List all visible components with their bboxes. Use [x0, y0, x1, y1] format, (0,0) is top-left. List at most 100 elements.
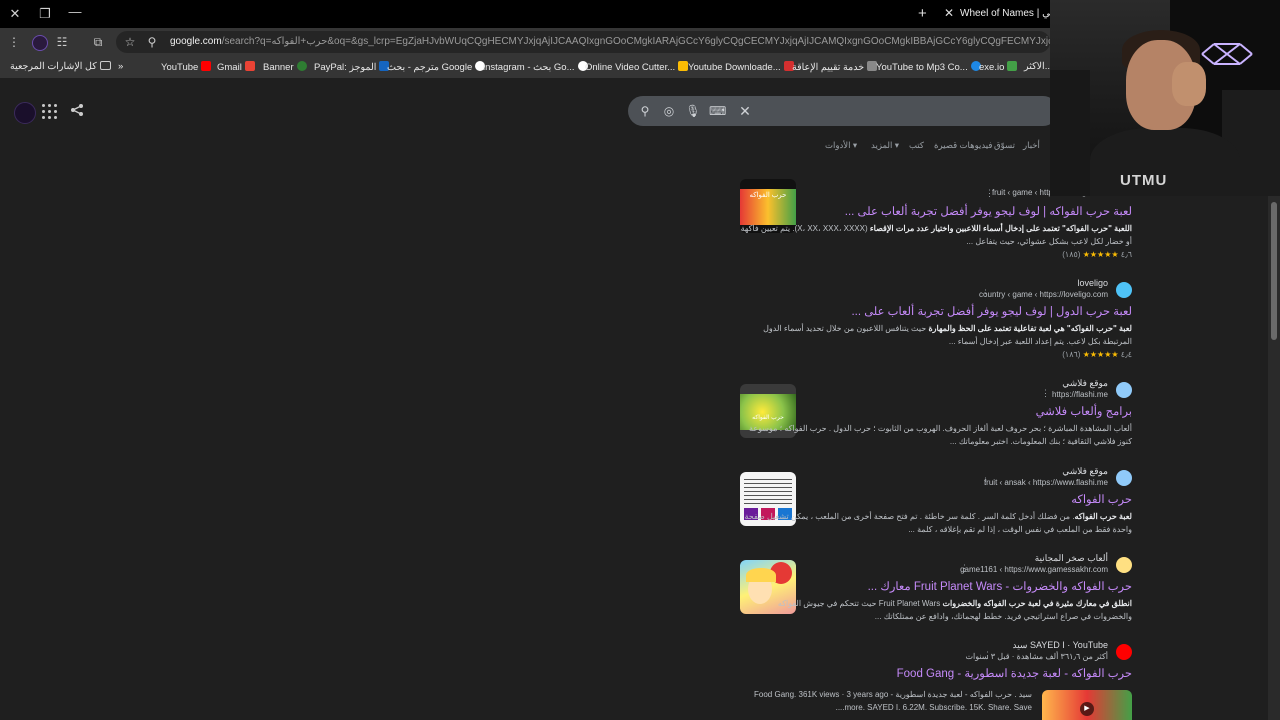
bookmark-gmail[interactable]: Gmail [217, 61, 258, 73]
result-snippet: لعبة "حرب الفواكه" هي لعبة تفاعلية تعتمد… [763, 324, 1132, 346]
youtube-icon [201, 61, 212, 71]
search-icon[interactable]: ⚲ [637, 103, 653, 119]
bookmark-exe-io[interactable]: exe.io [979, 61, 1020, 73]
search-box[interactable]: ⚲ ◎ 🎙 ⌨ ✕ [628, 96, 1058, 126]
result-title-link[interactable]: حرب الفواكه والخضروات - Fruit Planet War… [740, 579, 1132, 595]
address-bar[interactable]: ☆ ⚲ google.com/search?q=حرب+الفواكه&oq=&… [116, 31, 1050, 53]
page-scrollbar[interactable] [1268, 196, 1280, 720]
banner-icon [296, 61, 307, 71]
bookmark-translate[interactable]: مترجم - بحث Google [387, 61, 488, 73]
filter-news[interactable]: أخبار [1023, 140, 1040, 151]
minimize-window-button[interactable]: — [66, 3, 84, 21]
close-icon: ✕ [9, 6, 21, 21]
filter-more[interactable]: المزيد ▾ [871, 140, 899, 151]
result-rating: ٤٫٤ ★★★★★ (١٨٦) [1062, 350, 1132, 359]
search-result: موقع فلاشي fruit ‹ ansak ‹ https://www.f… [740, 466, 1132, 536]
bookmark-more[interactable]: الاكثر... [1024, 61, 1053, 72]
result-site-name: موقع فلاشي [1062, 466, 1108, 476]
result-title-link[interactable]: حرب الفواكه - لعبة جديدة اسطورية - Food … [740, 666, 1132, 682]
more-options-icon[interactable]: ⋮ [1041, 388, 1050, 399]
result-site-name: موقع فلاشي [1062, 378, 1108, 388]
microphone-icon[interactable]: 🎙 [685, 103, 701, 119]
site-info-icon[interactable]: ⚲ [144, 34, 160, 50]
restore-window-button[interactable]: ❐ [36, 5, 54, 23]
result-title-link[interactable]: حرب الفواكه [740, 492, 1132, 508]
menu-dots-icon[interactable]: ⋮ [6, 34, 22, 50]
extensions-icon[interactable]: ☷ [54, 34, 70, 50]
search-result: loveligo country ‹ game ‹ https://loveli… [740, 278, 1132, 359]
filter-books[interactable]: كتب [909, 140, 924, 151]
filter-short-videos[interactable]: فيديوهات قصيرة [934, 140, 992, 151]
result-site-name: ألعاب صخر المجانية [1034, 553, 1108, 563]
play-icon: ▶ [1080, 702, 1094, 716]
more-options-icon[interactable]: ⋮ [985, 188, 994, 199]
tab-search-icon[interactable]: ⧉ [90, 34, 106, 50]
clear-search-icon[interactable]: ✕ [737, 103, 753, 119]
account-avatar[interactable] [14, 102, 36, 124]
close-window-button[interactable]: ✕ [6, 5, 24, 23]
search-result: fruit ‹ game ‹ https://loveligo.com ⋮ لع… [740, 188, 1132, 259]
result-title-link[interactable]: برامج وألعاب فلاشي [740, 404, 1132, 420]
result-site-name: SAYED I · YouTube سيد [1012, 640, 1108, 650]
rating-stars: ★★★★★ [1082, 250, 1120, 259]
tab-close-icon[interactable]: ✕ [944, 6, 954, 20]
bookmarks-overflow-button[interactable]: » [118, 61, 123, 72]
result-site-name: loveligo [1077, 278, 1108, 288]
site-favicon [1116, 470, 1132, 486]
apps-grid-icon[interactable] [42, 104, 58, 120]
result-title-link[interactable]: لعبة حرب الفواكه | لوف ليجو يوفر أفضل تج… [740, 204, 1132, 220]
bookmark-paypal[interactable]: PayPal: الموجز [314, 61, 392, 73]
bookmark-banner[interactable]: Banner [263, 61, 310, 73]
search-filters: أخبار تسوّق فيديوهات قصيرة كتب المزيد ▾ … [820, 140, 1042, 156]
bookmark-disability-service[interactable]: خدمة تقييم الإعاقة [792, 61, 880, 73]
exe-icon [1007, 61, 1018, 71]
bookmark-youtube[interactable]: YouTube [161, 61, 214, 73]
filter-tools[interactable]: الأدوات ▾ [825, 140, 857, 151]
new-tab-button[interactable]: + [918, 5, 927, 22]
result-snippet: انطلق في معارك مثيرة في لعبة حرب الفواكه… [777, 599, 1132, 621]
result-title-link[interactable]: لعبة حرب الدول | لوف ليجو يوفر أفضل تجرب… [740, 304, 1132, 320]
result-snippet: لعبة حرب الفواكه. من فضلك أدخل كلمة السر… [744, 512, 1132, 534]
more-options-icon[interactable]: ⋮ [960, 563, 969, 574]
folder-icon [99, 61, 111, 70]
bookmark-youtube-downloader[interactable]: Youtube Downloade... [688, 61, 797, 73]
url-text: google.com/search?q=حرب+الفواكه&oq=&gs_l… [170, 36, 1050, 47]
tab-active[interactable]: ✕ Wheel of Names | عشوائي [940, 4, 1076, 26]
bookmarks-bar: كل الإشارات المرجعية » YouTube Gmail Ban… [0, 56, 1053, 79]
result-snippet: ألعاب المشاهدة المباشرة ؛ بحر حروف لعبة … [749, 424, 1132, 446]
more-options-icon[interactable]: ⋮ [983, 650, 992, 661]
restore-icon: ❐ [39, 6, 51, 21]
share-icon[interactable] [70, 103, 84, 120]
minimize-icon: — [68, 4, 82, 19]
search-result: ألعاب صخر المجانية game1161 ‹ https://ww… [740, 553, 1132, 623]
bookmark-star-icon[interactable]: ☆ [122, 34, 138, 50]
bookmark-instagram[interactable]: instagram - بحث Go... [483, 61, 591, 73]
lens-icon[interactable]: ◎ [661, 103, 677, 119]
site-favicon [1116, 282, 1132, 298]
streamer-logo-icon [1201, 43, 1253, 65]
result-rating: ٤٫٦ ★★★★★ (١٨٥) [1062, 250, 1132, 259]
result-url: country ‹ game ‹ https://loveligo.com [979, 290, 1108, 299]
video-thumbnail[interactable]: ▶ [1042, 690, 1132, 720]
result-url: game1161 ‹ https://www.gamessakhr.com [960, 565, 1108, 574]
video-cutter-icon [678, 61, 689, 71]
site-favicon [1116, 557, 1132, 573]
profile-avatar[interactable] [32, 35, 48, 51]
shirt-text: UTMU [1120, 172, 1168, 189]
bookmark-mp3-converter[interactable]: YouTube to Mp3 Co... [876, 61, 984, 73]
plus-icon: + [918, 5, 927, 22]
more-options-icon[interactable]: ⋮ [981, 288, 990, 299]
result-snippet: اللعبة "حرب الفواكه" تعتمد على إدخال أسم… [740, 224, 1132, 246]
bookmark-video-cutter[interactable]: Online Video Cutter... [585, 61, 691, 73]
keyboard-icon[interactable]: ⌨ [709, 103, 726, 119]
webcam-overlay: UTMU [1050, 0, 1280, 196]
scrollbar-thumb[interactable] [1271, 202, 1277, 340]
rating-stars: ★★★★★ [1082, 350, 1120, 359]
all-bookmarks-button[interactable]: كل الإشارات المرجعية [10, 61, 114, 72]
gmail-icon [244, 61, 255, 71]
result-url: https://flashi.me [1051, 390, 1108, 399]
youtube-icon [1116, 644, 1132, 660]
more-options-icon[interactable]: ⋮ [981, 476, 990, 487]
result-url: fruit ‹ ansak ‹ https://www.flashi.me [983, 478, 1108, 487]
filter-shopping[interactable]: تسوّق [994, 140, 1015, 151]
